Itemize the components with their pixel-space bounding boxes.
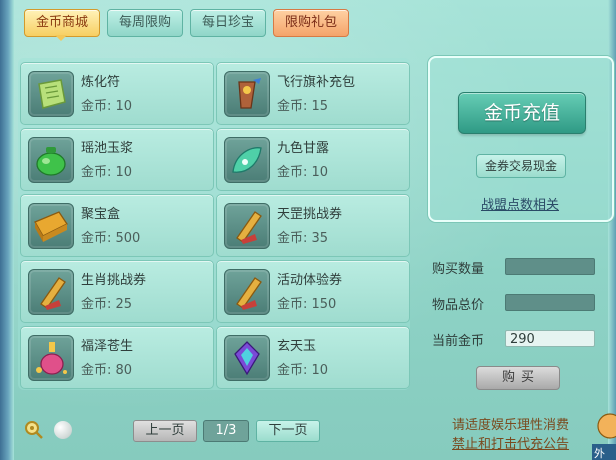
item-price: 金币: 10 bbox=[81, 99, 133, 114]
jade-pot-icon bbox=[28, 137, 74, 183]
quantity-label: 购买数量 bbox=[432, 262, 485, 277]
dew-leaf-icon bbox=[224, 137, 270, 183]
tab-limited-gift-pack[interactable]: 限购礼包 bbox=[273, 9, 349, 37]
item-price: 金币: 10 bbox=[277, 363, 329, 378]
item-name: 九色甘露 bbox=[277, 141, 330, 156]
corner-avatar[interactable]: 外 bbox=[592, 408, 616, 460]
current-gold-field: 290 bbox=[505, 330, 595, 347]
buy-button[interactable]: 购买 bbox=[476, 366, 560, 390]
item-card[interactable]: 玄天玉 金币: 10 bbox=[216, 326, 410, 389]
scroll-icon bbox=[224, 269, 270, 315]
gold-recharge-button[interactable]: 金币充值 bbox=[458, 92, 586, 134]
flag-pack-icon bbox=[224, 71, 270, 117]
item-name: 生肖挑战券 bbox=[81, 273, 147, 288]
item-price: 金币: 25 bbox=[81, 297, 133, 312]
recharge-panel: 金币充值 金券交易现金 战盟点数相关 bbox=[428, 56, 614, 222]
item-card[interactable]: 福泽苍生 金币: 80 bbox=[20, 326, 214, 389]
corner-label: 外 bbox=[594, 447, 605, 460]
talisman-icon bbox=[28, 71, 74, 117]
moderate-spending-notice: 请适度娱乐理性消费 bbox=[452, 418, 570, 433]
item-name: 福泽苍生 bbox=[81, 339, 134, 354]
potion-bottle-icon bbox=[28, 335, 74, 381]
total-price-label: 物品总价 bbox=[432, 298, 485, 313]
tab-gold-mall[interactable]: 金币商城 bbox=[24, 9, 100, 37]
left-frame-edge bbox=[0, 0, 14, 460]
item-name: 瑶池玉浆 bbox=[81, 141, 134, 156]
item-name: 天罡挑战券 bbox=[277, 207, 343, 222]
item-name: 活动体验券 bbox=[277, 273, 343, 288]
item-price: 金币: 10 bbox=[81, 165, 133, 180]
item-price: 金币: 500 bbox=[81, 231, 141, 246]
item-name: 玄天玉 bbox=[277, 339, 317, 354]
treasure-box-icon bbox=[28, 203, 74, 249]
item-grid: 炼化符 金币: 10 飞行旗补充包 金币: 15 瑶池玉浆 金币: 10 九色甘… bbox=[18, 58, 410, 390]
item-name: 炼化符 bbox=[81, 75, 121, 90]
item-card[interactable]: 九色甘露 金币: 10 bbox=[216, 128, 410, 191]
tab-daily-treasure[interactable]: 每日珍宝 bbox=[190, 9, 266, 37]
tab-weekly-limited[interactable]: 每周限购 bbox=[107, 9, 183, 37]
item-name: 聚宝盒 bbox=[81, 207, 121, 222]
item-price: 金币: 15 bbox=[277, 99, 329, 114]
anti-proxy-recharge-link[interactable]: 禁止和打击代充公告 bbox=[452, 433, 569, 452]
active-tab-caret-icon bbox=[55, 35, 67, 41]
item-price: 金币: 150 bbox=[277, 297, 337, 312]
item-card[interactable]: 炼化符 金币: 10 bbox=[20, 62, 214, 125]
item-card[interactable]: 飞行旗补充包 金币: 15 bbox=[216, 62, 410, 125]
voucher-exchange-button[interactable]: 金券交易现金 bbox=[476, 154, 566, 178]
quantity-input[interactable] bbox=[505, 258, 595, 275]
item-price: 金币: 80 bbox=[81, 363, 133, 378]
total-price-field bbox=[505, 294, 595, 311]
page-indicator: 1/3 bbox=[203, 420, 249, 442]
scroll-icon bbox=[28, 269, 74, 315]
current-gold-label: 当前金币 bbox=[432, 334, 485, 349]
alliance-points-link[interactable]: 战盟点数相关 bbox=[460, 194, 580, 213]
toggle-dot-icon[interactable] bbox=[54, 421, 72, 439]
item-card[interactable]: 聚宝盒 金币: 500 bbox=[20, 194, 214, 257]
prev-page-button[interactable]: 上一页 bbox=[133, 420, 197, 442]
item-price: 金币: 35 bbox=[277, 231, 329, 246]
item-name: 飞行旗补充包 bbox=[277, 75, 356, 90]
item-price: 金币: 10 bbox=[277, 165, 329, 180]
gem-icon bbox=[224, 335, 270, 381]
magnifier-icon[interactable] bbox=[24, 420, 44, 440]
item-card[interactable]: 活动体验券 金币: 150 bbox=[216, 260, 410, 323]
item-card[interactable]: 生肖挑战券 金币: 25 bbox=[20, 260, 214, 323]
scroll-icon bbox=[224, 203, 270, 249]
item-card[interactable]: 天罡挑战券 金币: 35 bbox=[216, 194, 410, 257]
shop-window: 金币商城 每周限购 每日珍宝 限购礼包 炼化符 金币: 10 飞行旗补充包 金币… bbox=[0, 0, 616, 460]
item-card[interactable]: 瑶池玉浆 金币: 10 bbox=[20, 128, 214, 191]
next-page-button[interactable]: 下一页 bbox=[256, 420, 320, 442]
